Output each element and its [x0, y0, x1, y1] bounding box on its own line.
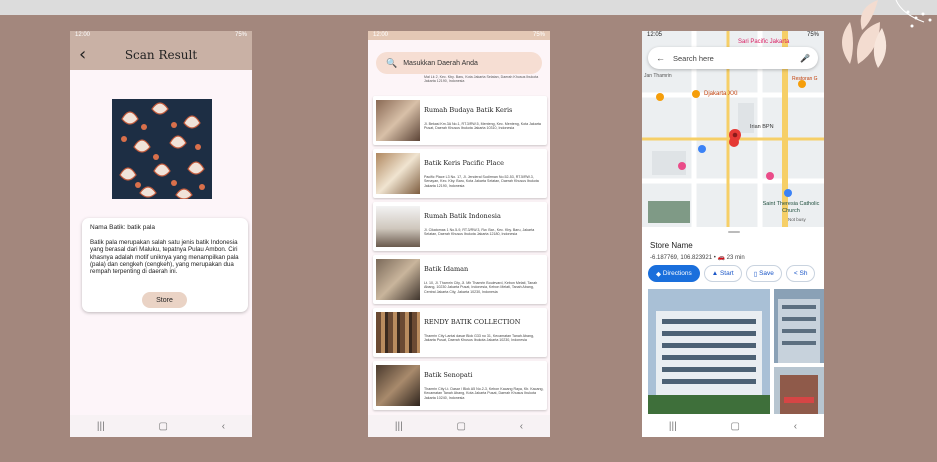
- status-battery: 75%: [532, 32, 545, 38]
- store-photo[interactable]: [774, 367, 824, 414]
- drive-duration: 23 min: [726, 255, 745, 261]
- store-button[interactable]: Store: [142, 292, 187, 308]
- back-nav-icon[interactable]: ‹: [222, 421, 225, 432]
- scanned-batik-image: [112, 99, 212, 199]
- app-bar: ‹ Scan Result: [70, 40, 252, 70]
- list-item[interactable]: Rumah Budaya Batik Keris Jl. Bekasi Km.3…: [373, 96, 547, 145]
- status-battery: 75%: [806, 32, 819, 38]
- home-icon[interactable]: ▢: [456, 421, 465, 432]
- store-photo: [376, 259, 420, 300]
- start-label: Start: [719, 270, 734, 277]
- home-icon[interactable]: ▢: [158, 421, 167, 432]
- recents-icon[interactable]: |||: [97, 421, 105, 432]
- store-coordinates: -6.187769, 106.823921 • 🚗 23 min: [650, 254, 745, 261]
- status-battery: 75%: [234, 32, 247, 38]
- status-time: 12:00: [373, 32, 389, 38]
- search-placeholder: Masukkan Daerah Anda: [403, 59, 478, 67]
- store-photo[interactable]: [648, 289, 770, 414]
- system-nav-bar: ||| ▢ ‹: [642, 415, 824, 437]
- store-address: Pacific Place L3 No. 17, Jl. Jenderal Su…: [424, 175, 539, 188]
- top-strip: [0, 0, 937, 15]
- search-icon: 🔍: [386, 57, 398, 68]
- navigation-arrow-icon: ▲: [711, 270, 720, 277]
- recents-icon[interactable]: |||: [395, 421, 403, 432]
- home-icon[interactable]: ▢: [730, 421, 739, 432]
- batik-description: Batik pala merupakan salah satu jenis ba…: [90, 239, 239, 276]
- car-icon: • 🚗: [713, 255, 727, 261]
- map-label: Jan Thamrin: [644, 73, 672, 79]
- store-name: RENDY BATIK COLLECTION: [424, 318, 521, 326]
- directions-icon: ◆: [656, 270, 663, 278]
- page-title: Scan Result: [124, 48, 198, 62]
- store-name: Batik Keris Pacific Place: [424, 159, 504, 167]
- store-name: Store Name: [650, 241, 693, 250]
- back-arrow-icon[interactable]: ‹: [79, 44, 86, 65]
- store-address: Jl. Bekasi Km.3A No.1, RT.3/RW.5, Menten…: [424, 122, 541, 131]
- store-name: Rumah Batik Indonesia: [424, 212, 501, 220]
- system-nav-bar: ||| ▢ ‹: [70, 415, 252, 437]
- map-label: Restoran G: [792, 76, 818, 82]
- system-nav-bar: ||| ▢ ‹: [368, 415, 550, 437]
- share-label: Sh: [799, 270, 808, 277]
- list-item[interactable]: Rumah Batik Indonesia Jl. Cikatomas 1 No…: [373, 202, 547, 251]
- save-label: Save: [759, 270, 774, 277]
- floral-decoration: [820, 0, 937, 80]
- store-photo: [376, 365, 420, 406]
- back-arrow-icon[interactable]: ←: [656, 53, 665, 63]
- store-photo: [376, 100, 420, 141]
- map-label: Djakarta XXI: [704, 91, 738, 97]
- maps-search-input[interactable]: ← Search here 🎤: [648, 47, 818, 69]
- action-buttons: ◆ Directions ▲ Start ▯ Save < Sh: [648, 265, 816, 282]
- store-name: Batik Senopati: [424, 371, 473, 379]
- store-photo: [376, 206, 420, 247]
- map-label: Not busy: [788, 217, 806, 222]
- status-bar: 12:00 75%: [368, 31, 550, 40]
- map-label: Irian BPN: [750, 124, 774, 130]
- location-pin-icon[interactable]: [729, 129, 741, 145]
- batik-name: Nama Batik: batik pala: [90, 224, 156, 231]
- save-button[interactable]: ▯ Save: [745, 265, 782, 282]
- list-item[interactable]: Batik Senopati Thamrin City Lt. Dasar / …: [373, 361, 547, 410]
- store-address: Thamrin City Lt. Dasar / Blok A5 No.2-3,…: [424, 387, 544, 400]
- status-bar: 12:05 75%: [642, 31, 824, 40]
- list-item[interactable]: RENDY BATIK COLLECTION Thamrin City Lant…: [373, 308, 547, 357]
- scan-result-phone: 12:00 75% ‹ Scan Result Nama Batik: bati…: [70, 31, 252, 437]
- store-photo[interactable]: [774, 289, 824, 363]
- map-label: Saint Theresia Catholic Church: [762, 201, 820, 214]
- store-address: Thamrin City Lantai dasar Blok G33 no 31…: [424, 334, 535, 343]
- back-nav-icon[interactable]: ‹: [520, 421, 523, 432]
- partial-address: Mal Lk 2, Kec. Kby. Baru, Kota Jakarta S…: [424, 75, 539, 84]
- store-list-phone: 12:00 75% 🔍 Masukkan Daerah Anda Mal Lk …: [368, 31, 550, 437]
- coordinates-text: -6.187769, 106.823921: [650, 255, 713, 261]
- list-item[interactable]: Batik Idaman Lt. 10, Jl. Thamrin City, J…: [373, 255, 547, 304]
- status-time: 12:05: [647, 32, 663, 38]
- microphone-icon[interactable]: 🎤: [800, 54, 810, 63]
- region-search-input[interactable]: 🔍 Masukkan Daerah Anda: [376, 52, 542, 74]
- store-name: Batik Idaman: [424, 265, 469, 273]
- search-placeholder: Search here: [673, 53, 714, 63]
- place-sheet: Store Name -6.187769, 106.823921 • 🚗 23 …: [642, 228, 824, 415]
- store-name: Rumah Budaya Batik Keris: [424, 106, 513, 114]
- store-address: Lt. 10, Jl. Thamrin City, Jl. Mh Thamrin…: [424, 281, 538, 294]
- store-photo: [376, 312, 420, 353]
- status-bar: 12:00 75%: [70, 31, 252, 40]
- directions-label: Directions: [662, 270, 692, 277]
- batik-info-card: Nama Batik: batik pala Batik pala merupa…: [82, 218, 248, 312]
- sheet-handle[interactable]: [728, 231, 740, 233]
- recents-icon[interactable]: |||: [669, 421, 677, 432]
- list-item[interactable]: Batik Keris Pacific Place Pacific Place …: [373, 149, 547, 198]
- maps-phone: 12:05 75% ← Search here 🎤 Sari Pacific J…: [642, 31, 824, 437]
- start-button[interactable]: ▲ Start: [703, 265, 742, 282]
- store-photo: [376, 153, 420, 194]
- share-button[interactable]: < Sh: [785, 265, 816, 282]
- status-time: 12:00: [75, 32, 91, 38]
- back-nav-icon[interactable]: ‹: [794, 421, 797, 432]
- store-address: Jl. Cikatomas 1 No.5-9, RT.3/RW.3, Rw. B…: [424, 228, 535, 237]
- map-label: Sari Pacific Jakarta: [738, 39, 790, 45]
- directions-button[interactable]: ◆ Directions: [648, 265, 700, 282]
